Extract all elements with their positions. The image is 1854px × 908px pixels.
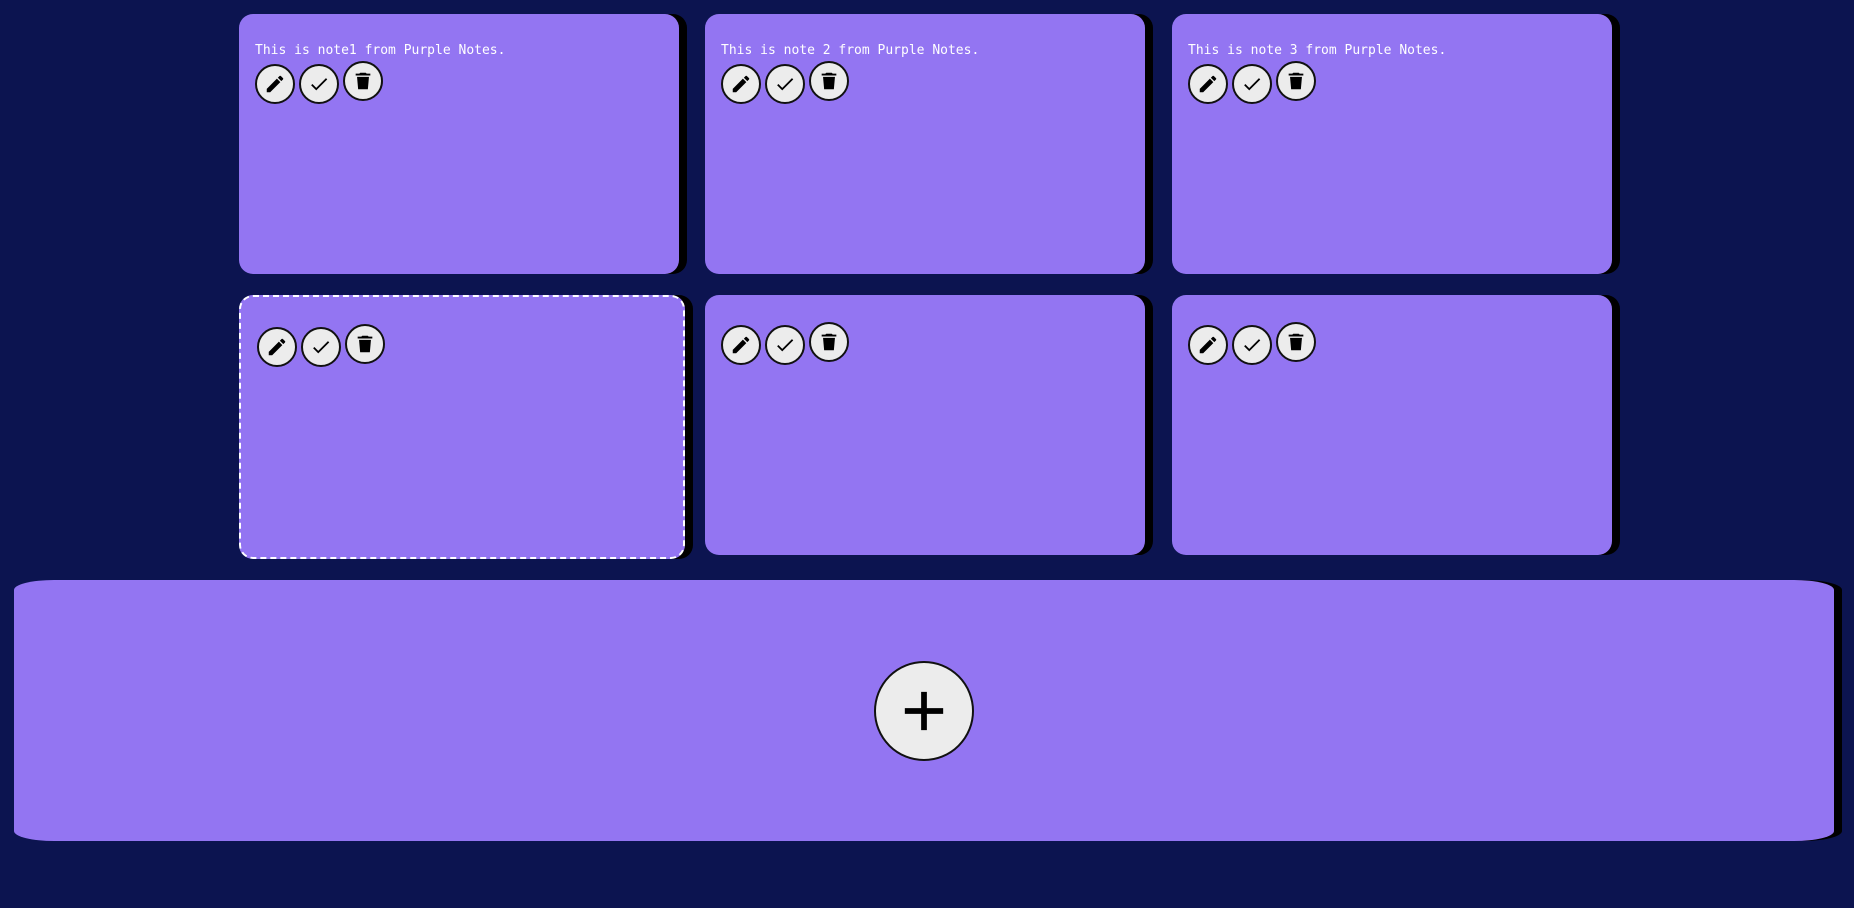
trash-icon	[1288, 333, 1304, 351]
pencil-icon	[1199, 75, 1217, 93]
check-icon	[777, 339, 794, 352]
check-icon	[313, 341, 330, 354]
complete-note-button[interactable]	[765, 64, 805, 104]
check-icon	[1244, 78, 1261, 91]
note-actions	[255, 61, 679, 104]
note-text: This is note 3 from Purple Notes.	[1188, 43, 1447, 58]
note-card[interactable]: This is note 3 from Purple Notes.	[1172, 14, 1612, 274]
note-actions	[721, 322, 1145, 365]
trash-icon	[821, 333, 837, 351]
note-actions	[721, 61, 1145, 104]
note-actions	[1188, 61, 1612, 104]
edit-note-button[interactable]	[255, 64, 295, 104]
trash-icon	[357, 335, 373, 353]
pencil-icon	[268, 338, 286, 356]
add-note-panel	[14, 580, 1834, 841]
delete-note-button[interactable]	[1276, 322, 1316, 362]
delete-note-button[interactable]	[343, 61, 383, 101]
note-card[interactable]: This is note1 from Purple Notes.	[239, 14, 679, 274]
trash-icon	[355, 72, 371, 90]
edit-note-button[interactable]	[721, 64, 761, 104]
delete-note-button[interactable]	[345, 324, 385, 364]
edit-note-button[interactable]	[257, 327, 297, 367]
note-card-selected[interactable]	[239, 295, 685, 559]
delete-note-button[interactable]	[809, 61, 849, 101]
note-card[interactable]: This is note 2 from Purple Notes.	[705, 14, 1145, 274]
complete-note-button[interactable]	[301, 327, 341, 367]
complete-note-button[interactable]	[1232, 325, 1272, 365]
check-icon	[311, 78, 328, 91]
add-note-button[interactable]	[874, 661, 974, 761]
delete-note-button[interactable]	[809, 322, 849, 362]
trash-icon	[821, 72, 837, 90]
complete-note-button[interactable]	[299, 64, 339, 104]
edit-note-button[interactable]	[721, 325, 761, 365]
plus-icon	[904, 691, 944, 731]
note-actions	[1188, 322, 1612, 365]
pencil-icon	[266, 75, 284, 93]
complete-note-button[interactable]	[765, 325, 805, 365]
note-text: This is note1 from Purple Notes.	[255, 43, 506, 58]
trash-icon	[1288, 72, 1304, 90]
complete-note-button[interactable]	[1232, 64, 1272, 104]
note-card[interactable]	[1172, 295, 1612, 555]
edit-note-button[interactable]	[1188, 64, 1228, 104]
edit-note-button[interactable]	[1188, 325, 1228, 365]
note-actions	[257, 324, 683, 367]
check-icon	[777, 78, 794, 91]
note-card[interactable]	[705, 295, 1145, 555]
pencil-icon	[732, 75, 750, 93]
note-text: This is note 2 from Purple Notes.	[721, 43, 980, 58]
check-icon	[1244, 339, 1261, 352]
pencil-icon	[1199, 336, 1217, 354]
pencil-icon	[732, 336, 750, 354]
delete-note-button[interactable]	[1276, 61, 1316, 101]
